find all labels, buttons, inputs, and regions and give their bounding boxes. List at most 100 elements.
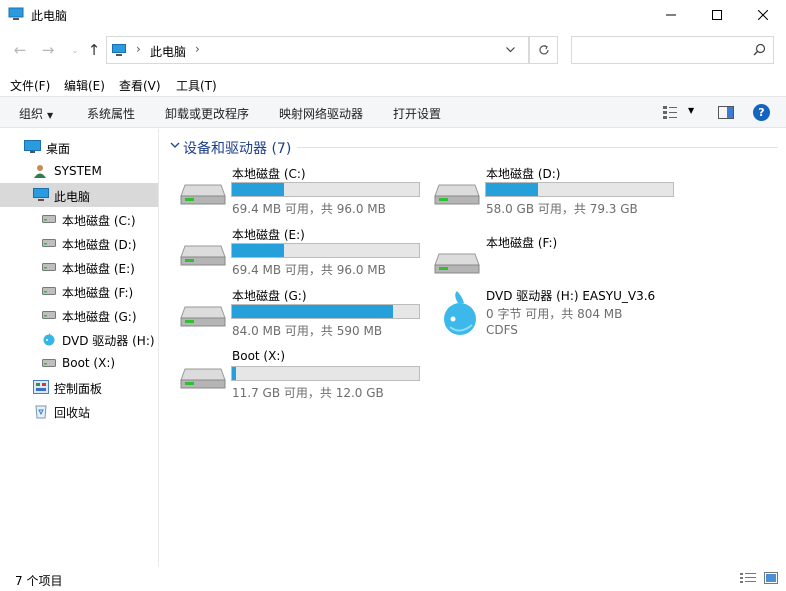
drive-icon — [180, 245, 226, 266]
back-button[interactable]: ← — [11, 40, 29, 60]
sidebar-item-drive-c[interactable]: 本地磁盘 (C:) — [0, 207, 158, 231]
drive-name: 本地磁盘 (G:) — [232, 289, 307, 303]
dvd-drive-icon — [43, 333, 55, 346]
minimize-icon — [666, 14, 676, 16]
recycle-bin-icon — [35, 405, 47, 419]
group-divider — [297, 147, 778, 148]
sidebar-item-boot-drive[interactable]: Boot (X:) — [0, 351, 158, 375]
sidebar-item-desktop[interactable]: 桌面 — [0, 135, 158, 159]
drive-tile-boot[interactable]: Boot (X:) 11.7 GB 可用，共 12.0 GB — [180, 349, 430, 405]
sidebar-item-drive-g[interactable]: 本地磁盘 (G:) — [0, 303, 158, 327]
recent-locations-button[interactable]: ⌄ — [66, 40, 84, 60]
caret-down-icon: ▼ — [47, 111, 54, 120]
uninstall-button[interactable]: 卸载或更改程序 — [165, 105, 249, 122]
chevron-down-icon: ⌄ — [71, 45, 79, 55]
menu-edit[interactable]: 编辑(E) — [64, 77, 105, 94]
drive-name: DVD 驱动器 (H:) EASYU_V3.6 — [486, 289, 656, 303]
capacity-bar-fill — [232, 305, 393, 318]
chevron-down-icon — [505, 47, 515, 53]
capacity-bar-fill — [486, 183, 539, 196]
sidebar-item-label: 本地磁盘 (E:) — [62, 262, 135, 276]
sidebar-item-label: 本地磁盘 (D:) — [62, 238, 137, 252]
sidebar-item-drive-e[interactable]: 本地磁盘 (E:) — [0, 255, 158, 279]
drive-icon — [180, 368, 226, 389]
capacity-bar — [485, 182, 674, 197]
capacity-bar-fill — [232, 183, 285, 196]
forward-button[interactable]: → — [39, 40, 57, 60]
details-view-icon[interactable] — [740, 572, 756, 584]
maximize-icon — [712, 10, 722, 20]
sidebar-item-label: 本地磁盘 (F:) — [62, 286, 134, 300]
system-properties-button[interactable]: 系统属性 — [87, 105, 135, 122]
drive-file-system: CDFS — [486, 323, 518, 337]
devices-group-header[interactable]: 设备和驱动器 (7) — [166, 137, 778, 157]
status-bar: 7 个项目 — [0, 566, 786, 591]
this-pc-icon — [112, 44, 126, 56]
open-settings-button[interactable]: 打开设置 — [393, 105, 441, 122]
help-button[interactable]: ? — [753, 104, 770, 121]
drive-tile-dvd[interactable]: DVD 驱动器 (H:) EASYU_V3.6 0 字节 可用，共 804 MB… — [434, 287, 674, 343]
up-button[interactable]: ↑ — [85, 40, 103, 60]
sidebar-item-label: DVD 驱动器 (H:) — [62, 334, 155, 348]
organize-label: 组织 — [19, 107, 44, 121]
large-icons-view-icon[interactable] — [764, 572, 778, 584]
menu-view[interactable]: 查看(V) — [119, 77, 161, 94]
menu-tools[interactable]: 工具(T) — [176, 77, 217, 94]
drive-icon — [42, 263, 56, 271]
capacity-bar — [231, 243, 420, 258]
address-bar[interactable]: › 此电脑 › — [106, 36, 529, 64]
menu-file[interactable]: 文件(F) — [10, 77, 50, 94]
sidebar-item-recycle-bin[interactable]: 回收站 — [0, 399, 158, 423]
window-title: 此电脑 — [31, 9, 68, 23]
drive-tile-c[interactable]: 本地磁盘 (C:) 69.4 MB 可用，共 96.0 MB — [180, 165, 430, 221]
drive-free-space: 84.0 MB 可用，共 590 MB — [232, 324, 383, 338]
drive-icon — [42, 359, 56, 367]
capacity-bar — [231, 182, 420, 197]
drive-icon — [434, 253, 480, 274]
change-view-icon[interactable] — [662, 105, 678, 119]
close-button[interactable] — [740, 0, 786, 30]
explorer-window: 此电脑 ← → ⌄ ↑ › 此电脑 › 文件(F) 编辑(E) 查看(V) 工具… — [0, 0, 786, 591]
drive-tile-d[interactable]: 本地磁盘 (D:) 58.0 GB 可用，共 79.3 GB — [434, 165, 684, 221]
breadcrumb-chevron-icon: › — [136, 42, 141, 56]
minimize-button[interactable] — [648, 0, 694, 30]
back-arrow-icon: ← — [13, 41, 27, 59]
navigation-pane: 桌面 SYSTEM 此电脑 本地磁盘 (C:) 本地磁盘 (D:) 本地磁盘 (… — [0, 129, 159, 566]
drive-free-space: 69.4 MB 可用，共 96.0 MB — [232, 263, 386, 277]
drive-tile-f[interactable]: 本地磁盘 (F:) — [434, 234, 684, 290]
capacity-bar-fill — [232, 367, 236, 380]
drive-icon — [180, 184, 226, 205]
drive-name: Boot (X:) — [232, 349, 286, 363]
breadcrumb-chevron-icon[interactable]: › — [195, 42, 200, 56]
search-input[interactable] — [571, 36, 774, 64]
address-dropdown-button[interactable] — [501, 40, 519, 60]
up-arrow-icon: ↑ — [87, 41, 101, 59]
maximize-button[interactable] — [694, 0, 740, 30]
sidebar-item-control-panel[interactable]: 控制面板 — [0, 375, 158, 399]
refresh-button[interactable] — [529, 36, 558, 64]
sidebar-item-label: 本地磁盘 (G:) — [62, 310, 137, 324]
drive-name: 本地磁盘 (E:) — [232, 228, 305, 242]
desktop-icon — [24, 140, 41, 153]
view-options-caret-icon[interactable]: ▼ — [688, 106, 694, 115]
drive-icon — [42, 239, 56, 247]
drive-tile-g[interactable]: 本地磁盘 (G:) 84.0 MB 可用，共 590 MB — [180, 287, 430, 343]
drive-tile-e[interactable]: 本地磁盘 (E:) 69.4 MB 可用，共 96.0 MB — [180, 226, 430, 282]
refresh-icon — [538, 44, 549, 55]
map-network-drive-button[interactable]: 映射网络驱动器 — [279, 105, 363, 122]
breadcrumb-this-pc[interactable]: 此电脑 — [150, 43, 186, 60]
sidebar-item-this-pc[interactable]: 此电脑 — [0, 183, 158, 207]
sidebar-item-label: Boot (X:) — [62, 356, 116, 370]
devices-group-title: 设备和驱动器 (7) — [183, 141, 292, 157]
sidebar-item-drive-d[interactable]: 本地磁盘 (D:) — [0, 231, 158, 255]
organize-button[interactable]: 组织 ▼ — [19, 105, 53, 122]
preview-pane-icon[interactable] — [718, 106, 734, 119]
drive-free-space: 58.0 GB 可用，共 79.3 GB — [486, 202, 638, 216]
capacity-bar — [231, 304, 420, 319]
drive-icon — [42, 287, 56, 295]
control-panel-icon — [33, 380, 49, 394]
sidebar-item-drive-f[interactable]: 本地磁盘 (F:) — [0, 279, 158, 303]
sidebar-item-dvd-drive[interactable]: DVD 驱动器 (H:) — [0, 327, 158, 351]
sidebar-item-user[interactable]: SYSTEM — [0, 159, 158, 183]
dvd-drive-icon — [444, 291, 476, 335]
